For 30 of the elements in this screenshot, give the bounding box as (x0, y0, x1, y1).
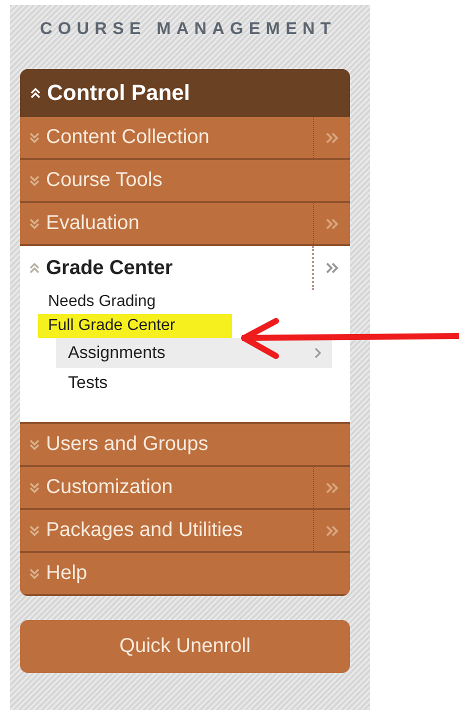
double-chevron-right-icon (325, 262, 339, 274)
section-label: Grade Center (46, 256, 173, 280)
double-chevron-right-icon (325, 218, 339, 230)
section-item[interactable]: Course Tools (20, 160, 350, 201)
submenu-item[interactable]: Tests (56, 368, 332, 398)
section-item[interactable]: Customization (20, 467, 313, 508)
section-label: Packages and Utilities (46, 519, 243, 542)
section-item[interactable]: Packages and Utilities (20, 510, 313, 551)
panel-title: COURSE MANAGEMENT (39, 19, 338, 39)
section-label: Evaluation (46, 212, 140, 235)
section-item[interactable]: Evaluation (20, 203, 313, 244)
double-chevron-right-icon (325, 524, 339, 536)
control-panel-header[interactable]: Control Panel (20, 69, 350, 117)
section-label: Content Collection (46, 126, 210, 149)
section-item[interactable]: Content Collection (20, 117, 313, 158)
section-item[interactable]: Grade Center (20, 246, 312, 290)
section-item[interactable]: Help (20, 553, 350, 594)
quick-unenroll-button[interactable]: Quick Unenroll (20, 620, 350, 673)
menu-link[interactable]: Full Grade Center (38, 314, 232, 338)
section-label: Course Tools (46, 169, 162, 192)
menu-link[interactable]: Needs Grading (48, 290, 350, 314)
section-item[interactable]: Users and Groups (20, 424, 350, 465)
submenu-item[interactable]: Assignments (56, 338, 332, 368)
double-chevron-right-icon (325, 482, 339, 494)
section-label: Users and Groups (46, 433, 208, 456)
chevron-right-icon (314, 347, 322, 359)
double-chevron-right-icon (325, 132, 339, 144)
header-label: Control Panel (47, 80, 190, 106)
section-label: Customization (46, 476, 173, 499)
section-label: Help (46, 562, 88, 585)
